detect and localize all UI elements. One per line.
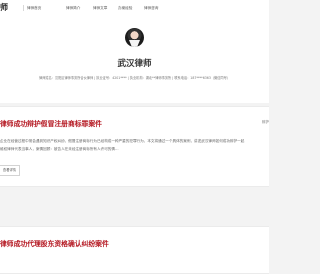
article-card: 律师成功辩护假冒注册商标罪案件 辩护 企业在经营过程中常会遇到知识产权纠纷，假冒… [0,106,269,187]
nav-item-profile[interactable]: 律师简介 [66,5,80,11]
nav-item-home[interactable]: 律师首页 [23,5,41,11]
top-navigation-bar: 师 律师首页 律师简介 律师文章 办案经验 律师咨询 [0,0,269,18]
read-more-button[interactable]: 查看详情 [0,165,20,176]
nav-item-cases[interactable]: 办案经验 [118,5,132,11]
article-card: 律师成功代理股东资格确认纠纷案件 [0,226,269,274]
article-excerpt-line: 企业在经营过程中常会遇到知识产权纠纷，假冒注册商标行为已经构成一种严重的犯罪行为… [0,139,245,143]
lawyer-profile-section: 武汉律师 律师姓名：汉阳区律师事务所合伙律师 | 执业证号：4201**** |… [0,17,269,103]
lawyer-info-line: 律师姓名：汉阳区律师事务所合伙律师 | 执业证号：4201**** | 执业机构… [39,76,230,80]
main-nav: 律师首页 律师简介 律师文章 办案经验 律师咨询 [0,5,269,13]
article-tag: 辩护 [262,120,269,124]
nav-item-consult[interactable]: 律师咨询 [144,5,158,11]
lawyer-name: 武汉律师 [117,59,152,69]
article-title[interactable]: 律师成功辩护假冒注册商标罪案件 [0,118,102,128]
article-excerpt-line: 维权律师代表当事人，案情回顾：被告人在未经注册商标所有人许可的情… [0,147,119,151]
nav-item-articles[interactable]: 律师文章 [93,5,107,11]
avatar-shirt-shape [129,40,140,47]
lawyer-avatar[interactable] [125,28,144,47]
article-title[interactable]: 律师成功代理股东资格确认纠纷案件 [0,238,109,248]
article-excerpt: 企业在经营过程中常会遇到知识产权纠纷，假冒注册商标行为已经构成一种严重的犯罪行为… [0,137,264,153]
